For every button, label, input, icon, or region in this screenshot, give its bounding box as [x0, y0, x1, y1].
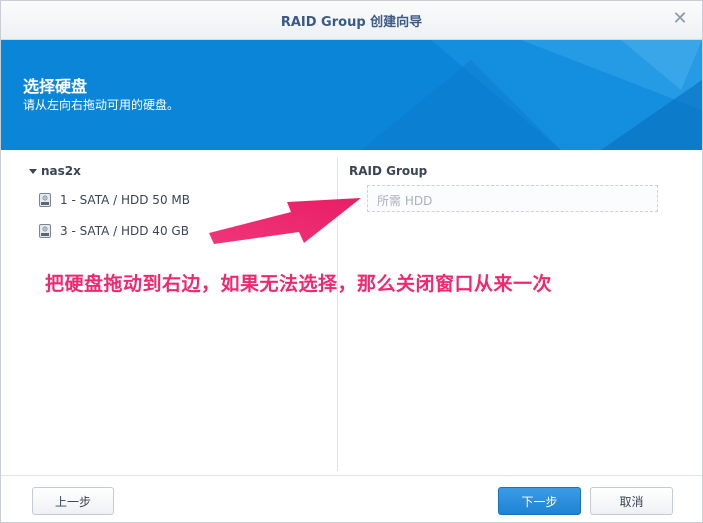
- annotation-text: 把硬盘拖动到右边，如果无法选择，那么关闭窗口从来一次: [45, 273, 553, 295]
- annotation-arrow-icon: [209, 198, 361, 244]
- cancel-button[interactable]: 取消: [590, 487, 673, 515]
- wizard-footer: 上一步 下一步 取消: [1, 475, 702, 522]
- raid-wizard-window: RAID Group 创建向导 ✕ 选择硬盘 请从左向右拖动可用的硬盘。 nas…: [0, 0, 703, 523]
- previous-button[interactable]: 上一步: [32, 487, 114, 515]
- next-button[interactable]: 下一步: [498, 487, 581, 515]
